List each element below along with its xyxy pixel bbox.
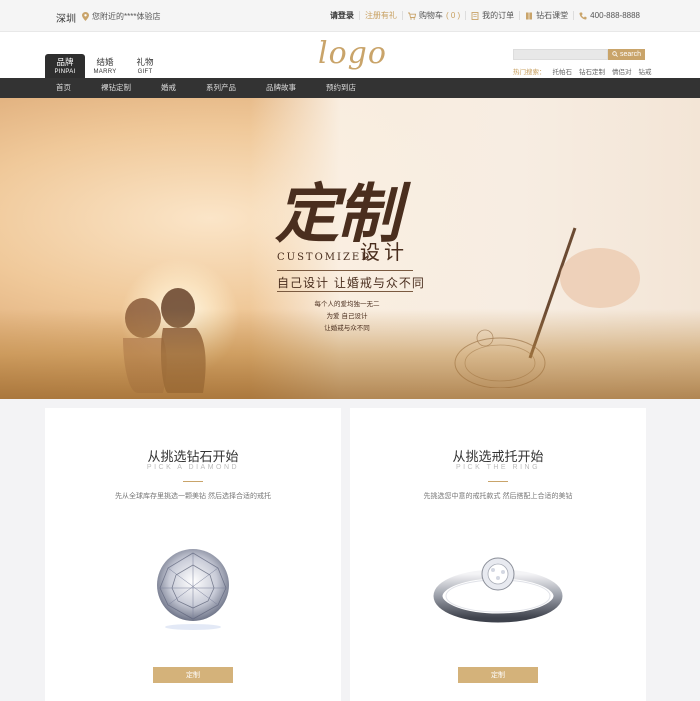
register-link[interactable]: 注册有礼	[365, 11, 397, 20]
card-description: 先从全球库存里挑选一颗美钻 然后选择合适的戒托	[115, 493, 271, 500]
search-button-label: search	[619, 51, 641, 58]
orders-link[interactable]: 我的订单	[465, 11, 519, 20]
main-nav: 首页 裸钻定制 婚戒 系列产品 品牌故事 预约到店	[0, 78, 700, 98]
nav-item-home[interactable]: 首页	[56, 78, 71, 98]
search-input[interactable]	[513, 49, 608, 60]
hot-searches: 热门搜索： 托帕石 钻石定制 情侣对 钻戒	[513, 66, 652, 76]
pick-diamond-card: 从挑选钻石开始 PICK A DIAMOND 先从全球库存里挑选一颗美钻 然后选…	[45, 408, 341, 701]
cart-label: 购物车	[418, 11, 443, 20]
banner-title-sub: 设计	[360, 240, 408, 264]
city-selector[interactable]: 深圳	[56, 10, 76, 25]
cart-link[interactable]: 购物车 ( 0 )	[401, 11, 465, 20]
card-divider	[488, 481, 508, 482]
book-icon	[525, 12, 533, 20]
orders-label: 我的订单	[482, 11, 515, 20]
search-icon	[612, 50, 618, 59]
banner-subtext-line: 让婚戒与众不同	[324, 324, 370, 332]
tab-gift-en: GIFT	[137, 69, 153, 75]
hot-search-item[interactable]: 托帕石	[553, 66, 573, 76]
phone-icon	[579, 12, 587, 20]
banner-subtext-line: 为爱 自己设计	[326, 312, 368, 320]
hot-search-item[interactable]: 钻戒	[639, 66, 652, 76]
nav-item-series[interactable]: 系列产品	[206, 78, 236, 98]
card-subtitle: PICK THE RING	[455, 464, 541, 471]
order-icon	[471, 11, 479, 20]
card-title: 从挑选戒托开始	[452, 449, 544, 464]
diamond-image[interactable]	[45, 538, 341, 638]
site-logo[interactable]: logo	[318, 36, 387, 71]
cart-icon	[407, 12, 417, 20]
banner-divider	[277, 270, 413, 271]
phone-number: 400-888-8888	[573, 11, 645, 20]
hero-banner[interactable]: 定制 CUSTOMIZED 设计 自己设计 让婚戒与众不同 每个人的爱均独一无二…	[0, 98, 700, 399]
card-title: 从挑选钻石开始	[147, 449, 239, 464]
tab-marry-label: 结婚	[96, 57, 114, 67]
hot-search-item[interactable]: 钻石定制	[579, 66, 605, 76]
banner-subtext-line: 每个人的爱均独一无二	[314, 300, 380, 308]
diamond-class-link[interactable]: 钻石课堂	[519, 11, 573, 20]
tab-brand[interactable]: 品牌 PINPAI	[45, 54, 85, 78]
pick-ring-card: 从挑选戒托开始 PICK THE RING 先挑选您中意的戒托款式 然后搭配上合…	[350, 408, 646, 701]
card-subtitle: PICK A DIAMOND	[146, 464, 240, 471]
hot-search-item[interactable]: 情侣对	[612, 66, 632, 76]
site-header: 品牌 PINPAI 结婚 MARRY 礼物 GIFT logo search 热…	[0, 32, 700, 78]
card-description: 先挑选您中意的戒托款式 然后搭配上合适的美钻	[423, 493, 573, 500]
nav-item-appointment[interactable]: 预约到店	[326, 78, 356, 98]
login-link[interactable]: 请登录	[330, 11, 354, 20]
banner-title-en: CUSTOMIZED	[277, 252, 372, 263]
diamond-class-label: 钻石课堂	[536, 11, 569, 20]
banner-slogan: 自己设计 让婚戒与众不同	[277, 276, 425, 290]
ring-image[interactable]	[350, 538, 646, 638]
card-divider	[183, 481, 203, 482]
nav-item-loose-diamond[interactable]: 裸钻定制	[101, 78, 131, 98]
tab-brand-label: 品牌	[56, 57, 74, 67]
store-locator[interactable]: 您附近的****体验店	[82, 11, 160, 22]
cart-count: ( 0 )	[445, 11, 461, 20]
phone-label: 400-888-8888	[590, 11, 640, 20]
hot-searches-label: 热门搜索：	[513, 69, 546, 76]
location-pin-icon	[82, 12, 89, 21]
ring-icon	[433, 557, 563, 623]
banner-divider	[277, 291, 413, 292]
nav-item-brand-story[interactable]: 品牌故事	[266, 78, 296, 98]
tab-marry-en: MARRY	[93, 69, 117, 75]
tab-gift-label: 礼物	[136, 57, 154, 67]
search-button[interactable]: search	[608, 49, 645, 60]
banner-subtext: 每个人的爱均独一无二 为爱 自己设计 让婚戒与众不同	[297, 298, 397, 334]
tab-gift[interactable]: 礼物 GIFT	[125, 54, 165, 78]
nav-item-wedding-ring[interactable]: 婚戒	[161, 78, 176, 98]
top-bar: 深圳 您附近的****体验店 请登录 注册有礼 购物车 ( 0 ) 我的订单 钻…	[0, 0, 700, 32]
tab-marry[interactable]: 结婚 MARRY	[85, 54, 125, 78]
tab-brand-en: PINPAI	[54, 69, 76, 75]
store-locator-label: 您附近的****体验店	[92, 12, 161, 21]
customize-button[interactable]: 定制	[153, 667, 233, 683]
diamond-icon	[157, 549, 229, 630]
customize-button[interactable]: 定制	[458, 667, 538, 683]
